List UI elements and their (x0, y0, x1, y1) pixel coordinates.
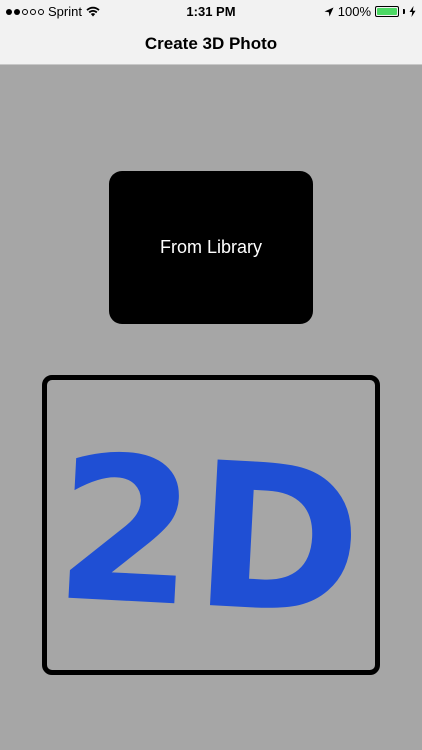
location-arrow-icon (324, 7, 334, 16)
from-library-button[interactable]: From Library (109, 171, 313, 324)
battery-fill (377, 8, 397, 15)
photo-preview-frame: 2D (42, 375, 380, 675)
page-title: Create 3D Photo (144, 34, 278, 53)
preview-image: 2D (50, 412, 367, 661)
from-library-label: From Library (159, 237, 262, 257)
battery-percent: 100% (337, 4, 371, 19)
charging-bolt-icon (409, 6, 416, 17)
battery-icon (375, 6, 399, 17)
status-right: 100% (324, 4, 416, 19)
status-bar: Sprint 1:31 PM 100% (0, 0, 422, 22)
preview-2d-text: 2D (50, 412, 367, 661)
battery-cap (403, 9, 405, 14)
navigation-bar: Create 3D Photo (0, 22, 422, 65)
